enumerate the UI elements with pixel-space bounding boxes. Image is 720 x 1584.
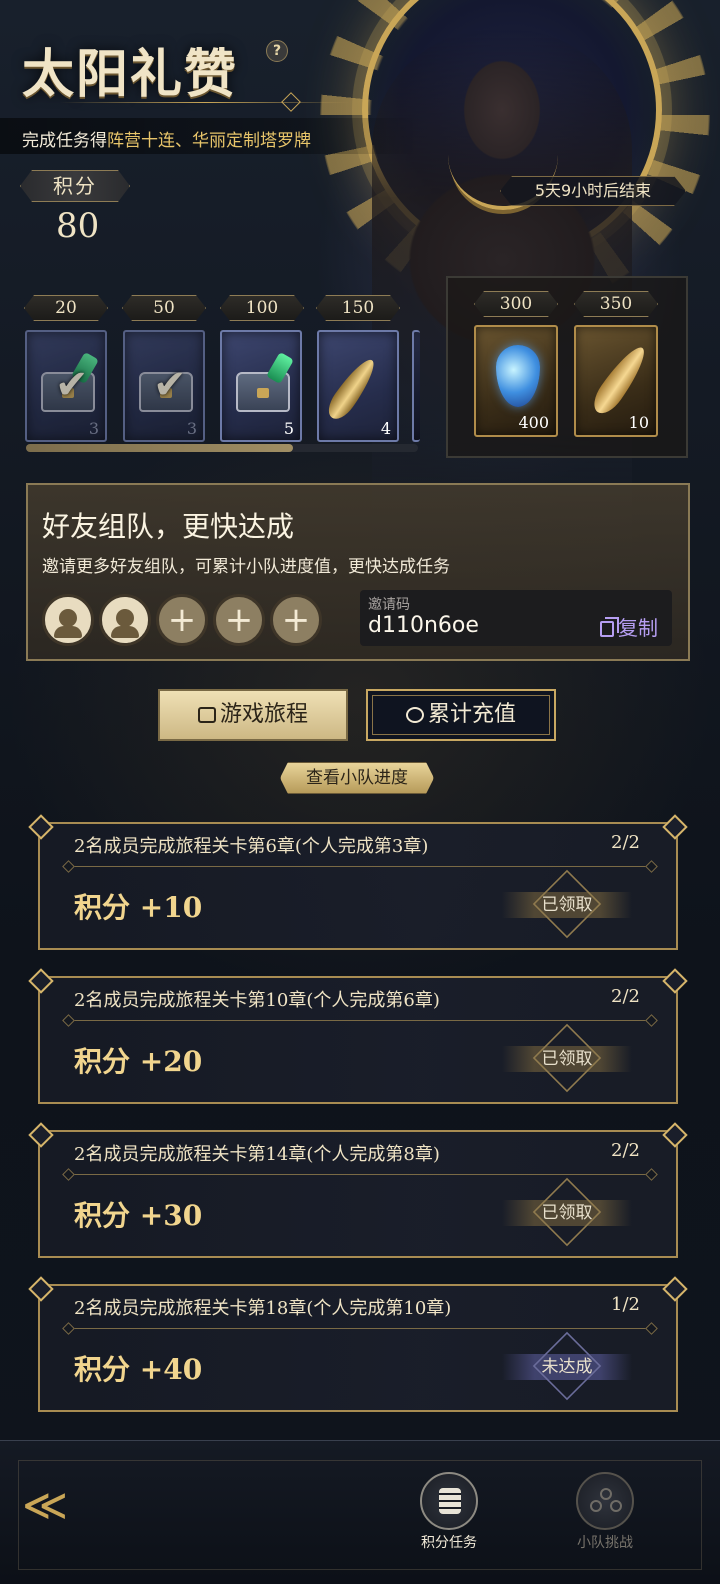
- tab-game-journey[interactable]: 游戏旅程: [158, 689, 348, 741]
- claimed-check-icon: ✔: [55, 362, 89, 408]
- plus-icon: +: [224, 600, 254, 640]
- reward-quantity: 10: [628, 413, 649, 432]
- team-icon: [576, 1472, 634, 1530]
- nav-label: 积分任务: [421, 1535, 477, 1551]
- team-member-slot[interactable]: [99, 594, 151, 646]
- points-progress-fill: [26, 444, 293, 452]
- recharge-icon: [405, 707, 424, 723]
- subtitle-highlight: 阵营十连、华丽定制塔罗牌: [107, 131, 311, 151]
- task-reward: 积分 +10: [74, 891, 203, 924]
- reward-quantity: 4: [380, 419, 391, 438]
- reward-quantity: 3: [88, 419, 99, 438]
- plus-icon: +: [281, 600, 311, 640]
- person-icon: [111, 609, 139, 638]
- task-reward: 积分 +40: [74, 1353, 203, 1386]
- title-divider: [60, 102, 350, 103]
- map-icon: [197, 707, 216, 723]
- tier-threshold: 100: [220, 295, 304, 321]
- team-title: 好友组队，更快达成: [42, 510, 295, 543]
- task-status-claimed: 已领取: [502, 1177, 632, 1247]
- crystal-icon: [496, 345, 540, 407]
- task-reward: 积分 +20: [74, 1045, 203, 1078]
- task-status-label: 已领取: [541, 1203, 593, 1223]
- task-status-label: 已领取: [541, 895, 593, 915]
- task-status-label: 未达成: [541, 1357, 593, 1377]
- task-card: 2名成员完成旅程关卡第18章(个人完成第10章) 1/2 积分 +40 未达成: [38, 1284, 678, 1412]
- invite-slot[interactable]: +: [156, 594, 208, 646]
- invite-slot[interactable]: +: [213, 594, 265, 646]
- task-progress-count: 1/2: [611, 1294, 640, 1315]
- tier-threshold: 20: [24, 295, 108, 321]
- invite-slot[interactable]: +: [270, 594, 322, 646]
- task-divider: [68, 1328, 652, 1329]
- points-label: 积分: [20, 170, 130, 202]
- tier-threshold: 150: [316, 295, 400, 321]
- reward-quantity: 5: [283, 419, 294, 438]
- task-card: 2名成员完成旅程关卡第6章(个人完成第3章) 2/2 积分 +10 已领取: [38, 822, 678, 950]
- tab-cumulative-recharge[interactable]: 累计充值: [366, 689, 556, 741]
- event-subtitle: 完成任务得阵营十连、华丽定制塔罗牌: [22, 126, 311, 151]
- gold-feather-icon: [587, 341, 653, 419]
- task-divider: [68, 1174, 652, 1175]
- tier-threshold: 50: [122, 295, 206, 321]
- back-arrow-icon: ≪: [22, 1480, 69, 1531]
- task-progress-count: 2/2: [611, 1140, 640, 1161]
- task-title: 2名成员完成旅程关卡第18章(个人完成第10章): [74, 1298, 452, 1319]
- countdown-badge: 5天9小时后结束: [500, 176, 686, 206]
- task-progress-count: 2/2: [611, 832, 640, 853]
- subtitle-prefix: 完成任务得: [22, 131, 107, 151]
- points-progress-bar: [26, 444, 418, 452]
- reward-quantity: 400: [518, 413, 549, 432]
- feather-icon: [322, 354, 382, 424]
- task-card: 2名成员完成旅程关卡第14章(个人完成第8章) 2/2 积分 +30 已领取: [38, 1130, 678, 1258]
- task-status-incomplete: 未达成: [502, 1331, 632, 1401]
- task-status-claimed: 已领取: [502, 869, 632, 939]
- copy-button-label: 复制: [618, 616, 658, 640]
- view-team-progress-button[interactable]: 查看小队进度: [280, 762, 434, 794]
- copy-icon: [600, 617, 619, 637]
- help-icon[interactable]: ?: [266, 40, 288, 62]
- reward-card[interactable]: ✔ 3: [25, 330, 107, 442]
- task-title: 2名成员完成旅程关卡第14章(个人完成第8章): [74, 1144, 440, 1165]
- task-reward: 积分 +30: [74, 1199, 203, 1232]
- page-title: 太阳礼赞: [22, 44, 239, 105]
- team-description: 邀请更多好友组队，可累计小队进度值，更快达成任务: [42, 557, 450, 577]
- tab-label: 累计充值: [427, 702, 516, 727]
- points-value: 80: [56, 206, 100, 246]
- person-icon: [54, 609, 82, 638]
- reward-card-peek: [412, 330, 420, 442]
- task-progress-count: 2/2: [611, 986, 640, 1007]
- nav-item-team-challenge[interactable]: 小队挑战: [560, 1472, 650, 1568]
- claimed-check-icon: ✔: [153, 362, 187, 408]
- task-status-label: 已领取: [541, 1049, 593, 1069]
- coin-stack-icon: [420, 1472, 478, 1530]
- task-card: 2名成员完成旅程关卡第10章(个人完成第6章) 2/2 积分 +20 已领取: [38, 976, 678, 1104]
- task-divider: [68, 866, 652, 867]
- task-title: 2名成员完成旅程关卡第10章(个人完成第6章): [74, 990, 440, 1011]
- reward-quantity: 3: [186, 419, 197, 438]
- tab-label: 游戏旅程: [219, 702, 308, 727]
- back-button[interactable]: ≪: [18, 1470, 88, 1534]
- tier-threshold: 350: [574, 291, 658, 317]
- bonus-reward-card[interactable]: 400: [474, 325, 558, 437]
- task-divider: [68, 1020, 652, 1021]
- team-member-slot[interactable]: [42, 594, 94, 646]
- bonus-reward-card[interactable]: 10: [574, 325, 658, 437]
- copy-button[interactable]: 复制: [600, 612, 658, 640]
- reward-card[interactable]: 5: [220, 330, 302, 442]
- reward-card[interactable]: 4: [317, 330, 399, 442]
- invite-code-value: d110n6oe: [368, 613, 479, 638]
- task-status-claimed: 已领取: [502, 1023, 632, 1093]
- reward-card[interactable]: ✔ 3: [123, 330, 205, 442]
- nav-item-points-tasks[interactable]: 积分任务: [404, 1472, 494, 1568]
- task-title: 2名成员完成旅程关卡第6章(个人完成第3章): [74, 836, 429, 857]
- invite-code-label: 邀请码: [368, 597, 410, 613]
- nav-label: 小队挑战: [577, 1535, 633, 1551]
- tier-threshold: 300: [474, 291, 558, 317]
- plus-icon: +: [167, 600, 197, 640]
